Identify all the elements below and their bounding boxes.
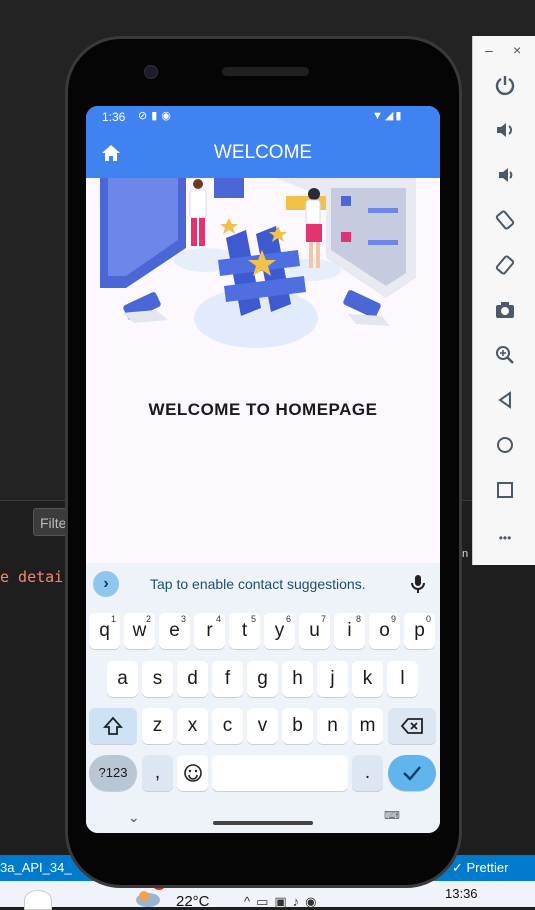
space-key[interactable] xyxy=(212,755,348,791)
key-v[interactable]: v xyxy=(247,708,278,744)
app-icon[interactable] xyxy=(24,890,52,910)
comma-key[interactable]: , xyxy=(142,755,173,791)
keyboard-icon[interactable]: ⌨ xyxy=(384,809,400,822)
key-i[interactable]: i8 xyxy=(334,613,365,649)
overview-icon[interactable] xyxy=(491,479,519,507)
shift-icon xyxy=(102,715,124,736)
check-icon xyxy=(401,762,423,783)
key-b[interactable]: b xyxy=(282,708,313,744)
key-a[interactable]: a xyxy=(107,661,138,697)
app-bar-title: WELCOME xyxy=(213,142,313,163)
key-p[interactable]: p0 xyxy=(404,613,435,649)
key-m[interactable]: m xyxy=(352,708,383,744)
suggestion-text[interactable]: Tap to enable contact suggestions. xyxy=(150,576,366,592)
key-s[interactable]: s xyxy=(142,661,173,697)
key-e[interactable]: e3 xyxy=(159,613,190,649)
period-key[interactable]: . xyxy=(352,755,383,791)
key-j[interactable]: j xyxy=(317,661,348,697)
notification-icons: ⊘▮◉ xyxy=(138,110,175,122)
front-camera xyxy=(144,65,158,79)
key-k[interactable]: k xyxy=(352,661,383,697)
backspace-key[interactable] xyxy=(388,708,436,744)
weather-icon[interactable] xyxy=(134,889,164,907)
symbols-key[interactable]: ?123 xyxy=(89,755,137,791)
minimize-button[interactable]: – xyxy=(485,42,493,58)
earpiece-speaker xyxy=(222,67,309,76)
emoji-key[interactable] xyxy=(177,755,208,791)
wifi-battery-icons: ▼◢▮ xyxy=(372,110,404,122)
more-icon[interactable]: ••• xyxy=(491,524,519,552)
key-d[interactable]: d xyxy=(177,661,208,697)
key-o[interactable]: o9 xyxy=(369,613,400,649)
home-circle-icon[interactable] xyxy=(491,434,519,462)
key-r[interactable]: r4 xyxy=(194,613,225,649)
chevron-right-icon[interactable]: › xyxy=(93,571,119,597)
android-status-bar: 1:36 ⊘▮◉ ▼◢▮ xyxy=(86,106,440,128)
panel-text-fragment: n xyxy=(462,548,469,560)
status-device-name[interactable]: 3a_API_34_ xyxy=(0,860,72,875)
app-bar: WELCOME xyxy=(86,128,440,178)
key-c[interactable]: c xyxy=(212,708,243,744)
chevron-down-icon[interactable]: ⌄ xyxy=(128,809,140,826)
key-f[interactable]: f xyxy=(212,661,243,697)
welcome-heading: WELCOME TO HOMEPAGE xyxy=(148,400,378,419)
status-prettier[interactable]: ✓ Prettier xyxy=(452,860,508,876)
soft-keyboard: › Tap to enable contact suggestions. q1 … xyxy=(86,563,440,833)
close-button[interactable]: × xyxy=(513,42,521,58)
microphone-icon[interactable] xyxy=(408,573,428,595)
status-time: 1:36 xyxy=(102,110,126,124)
temperature-label: 22°C xyxy=(176,893,210,910)
power-icon[interactable] xyxy=(491,74,519,102)
backspace-icon xyxy=(400,715,424,736)
key-h[interactable]: h xyxy=(282,661,313,697)
volume-up-icon[interactable] xyxy=(491,119,519,147)
key-g[interactable]: g xyxy=(247,661,278,697)
zoom-icon[interactable] xyxy=(491,344,519,372)
camera-icon[interactable] xyxy=(491,299,519,327)
key-q[interactable]: q1 xyxy=(89,613,120,649)
key-u[interactable]: u7 xyxy=(299,613,330,649)
key-z[interactable]: z xyxy=(142,708,173,744)
taskbar-clock[interactable]: 13:36 xyxy=(445,886,478,901)
device-screen: 1:36 ⊘▮◉ ▼◢▮ WELCOME WELCOME TO HOMEPAGE… xyxy=(86,106,440,833)
rotate-left-icon[interactable] xyxy=(491,209,519,237)
key-w[interactable]: w2 xyxy=(124,613,155,649)
suggestion-strip: › Tap to enable contact suggestions. xyxy=(86,563,440,605)
key-n[interactable]: n xyxy=(317,708,348,744)
shift-key[interactable] xyxy=(89,708,137,744)
check-circle-icon: ✓ xyxy=(452,860,467,875)
emulator-toolbar: – × ••• xyxy=(472,36,535,565)
back-icon[interactable] xyxy=(491,389,519,417)
rotate-right-icon[interactable] xyxy=(491,254,519,282)
key-x[interactable]: x xyxy=(177,708,208,744)
key-l[interactable]: l xyxy=(387,661,418,697)
system-tray-icons[interactable]: ^▭▣♪◉ xyxy=(244,894,323,910)
enter-key[interactable] xyxy=(388,755,436,791)
key-y[interactable]: y6 xyxy=(264,613,295,649)
volume-down-icon[interactable] xyxy=(491,164,519,192)
gesture-handle[interactable] xyxy=(213,821,313,825)
hero-illustration xyxy=(86,178,440,358)
error-output-text: e detai xyxy=(0,568,64,586)
emoji-icon xyxy=(183,762,203,783)
key-t[interactable]: t5 xyxy=(229,613,260,649)
